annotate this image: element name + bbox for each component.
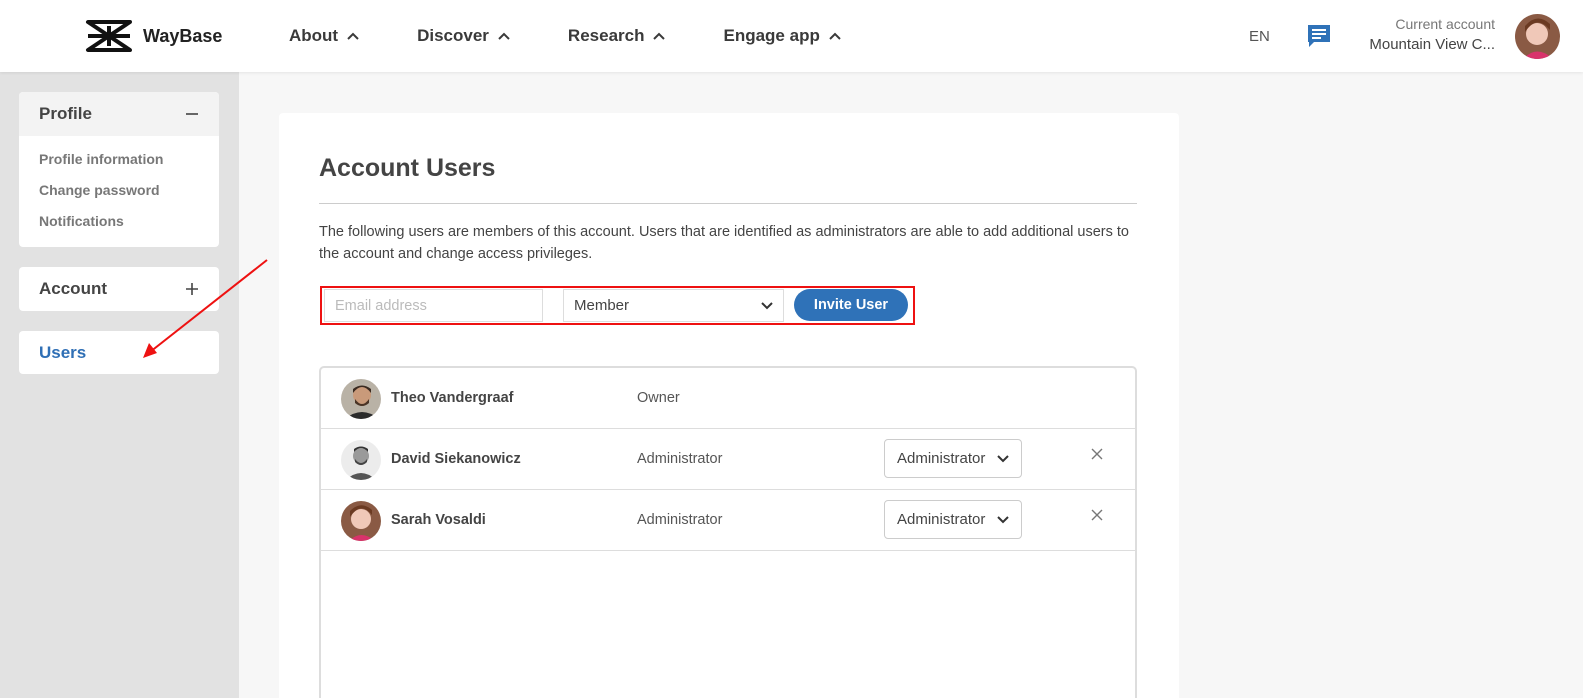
nav-research[interactable]: Research xyxy=(568,26,666,46)
chevron-up-icon xyxy=(829,32,841,40)
nav-engage-app-label: Engage app xyxy=(723,26,820,45)
invite-role-select[interactable]: Member xyxy=(563,289,784,322)
waybase-logo-icon xyxy=(86,20,132,52)
user-role-select[interactable]: Administrator xyxy=(884,500,1022,539)
sidebar-profile-title: Profile xyxy=(39,104,92,123)
chevron-up-icon xyxy=(653,32,666,40)
chevron-down-icon xyxy=(997,454,1009,462)
users-table: Theo Vandergraaf Owner David Siekanowicz… xyxy=(319,366,1137,698)
table-row: Sarah Vosaldi Administrator Administrato… xyxy=(321,490,1135,551)
sidebar-profile-card: Profile Profile information Change passw… xyxy=(19,92,219,247)
top-header: WayBase About Discover Research Engage a… xyxy=(0,0,1583,72)
language-selector[interactable]: EN xyxy=(1249,28,1270,45)
sidebar-item-users[interactable]: Users xyxy=(19,331,219,375)
brand-name: WayBase xyxy=(143,25,223,46)
user-name: Sarah Vosaldi xyxy=(391,512,486,528)
sidebar-item-notifications[interactable]: Notifications xyxy=(39,206,199,237)
email-input[interactable] xyxy=(324,289,543,322)
sidebar: Profile Profile information Change passw… xyxy=(0,72,239,698)
user-role-select-value: Administrator xyxy=(897,450,986,467)
remove-user-close-icon[interactable] xyxy=(1090,508,1104,522)
table-row: Theo Vandergraaf Owner xyxy=(321,368,1135,429)
account-users-panel: Account Users The following users are me… xyxy=(279,113,1179,698)
chat-icon[interactable] xyxy=(1306,23,1332,49)
sidebar-profile-header[interactable]: Profile xyxy=(19,92,219,136)
nav-about-label: About xyxy=(289,26,339,45)
sidebar-account-title: Account xyxy=(39,279,107,298)
sidebar-users-card[interactable]: Users xyxy=(19,331,219,374)
table-row: David Siekanowicz Administrator Administ… xyxy=(321,429,1135,490)
sidebar-account-header[interactable]: Account xyxy=(19,267,219,311)
nav-engage-app[interactable]: Engage app xyxy=(723,26,841,46)
avatar-portrait-icon xyxy=(1515,14,1560,59)
title-divider xyxy=(319,203,1137,204)
avatar xyxy=(341,440,381,480)
user-name: Theo Vandergraaf xyxy=(391,390,514,406)
nav-research-label: Research xyxy=(567,26,645,45)
page-description: The following users are members of this … xyxy=(319,224,1129,262)
current-account[interactable]: Current account Mountain View C... xyxy=(1369,16,1495,53)
user-avatar[interactable] xyxy=(1515,14,1560,59)
nav-about[interactable]: About xyxy=(289,26,359,46)
logo[interactable]: WayBase xyxy=(84,18,222,54)
avatar-portrait-icon xyxy=(341,440,381,480)
sidebar-account-card[interactable]: Account xyxy=(19,267,219,311)
invite-user-form: Member Invite User xyxy=(320,286,915,325)
user-role: Administrator xyxy=(637,451,723,467)
avatar-portrait-icon xyxy=(341,379,381,419)
user-role: Owner xyxy=(637,390,680,406)
user-role-select[interactable]: Administrator xyxy=(884,439,1022,478)
chevron-down-icon xyxy=(761,301,773,309)
sidebar-users-label: Users xyxy=(39,343,87,362)
current-account-name: Mountain View C... xyxy=(1369,36,1495,53)
chevron-up-icon xyxy=(498,32,510,40)
current-account-label: Current account xyxy=(1395,16,1495,32)
sidebar-item-profile-information[interactable]: Profile information xyxy=(39,144,199,175)
page-title: Account Users xyxy=(319,154,496,182)
avatar-portrait-icon xyxy=(341,501,381,541)
invite-user-button[interactable]: Invite User xyxy=(794,289,908,321)
invite-role-value: Member xyxy=(574,297,630,314)
chevron-up-icon xyxy=(347,32,359,40)
user-name: David Siekanowicz xyxy=(391,451,521,467)
minus-icon xyxy=(186,113,198,115)
chevron-down-icon xyxy=(997,515,1009,523)
sidebar-item-change-password[interactable]: Change password xyxy=(39,175,199,206)
user-role-select-value: Administrator xyxy=(897,511,986,528)
main-nav: About Discover Research Engage app xyxy=(289,26,899,46)
sidebar-profile-items: Profile information Change password Noti… xyxy=(19,136,219,243)
avatar xyxy=(341,379,381,419)
plus-icon xyxy=(186,283,198,295)
avatar xyxy=(341,501,381,541)
user-role: Administrator xyxy=(637,512,723,528)
remove-user-close-icon[interactable] xyxy=(1090,447,1104,461)
nav-discover[interactable]: Discover xyxy=(417,26,510,46)
nav-discover-label: Discover xyxy=(417,26,489,45)
